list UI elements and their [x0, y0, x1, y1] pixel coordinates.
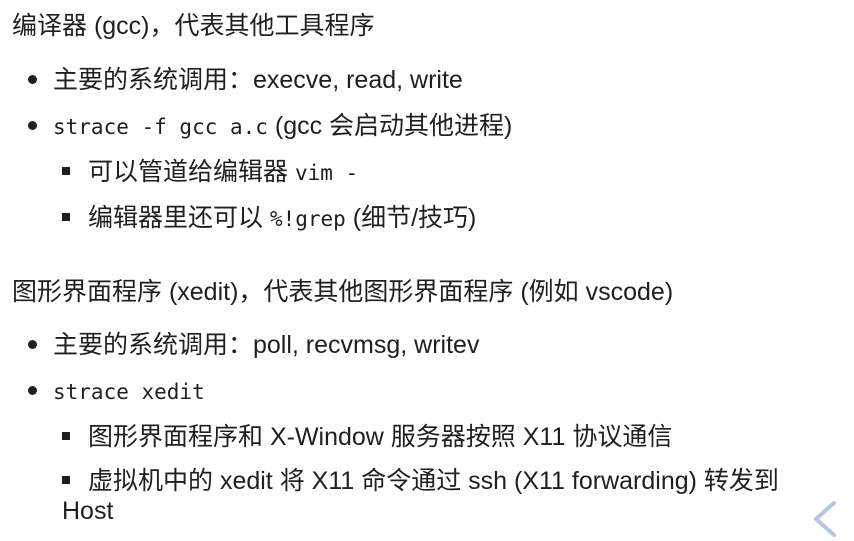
sub-item-pipe-vim: 可以管道给编辑器 vim -: [62, 157, 358, 188]
chevron-left-icon: [814, 501, 836, 537]
list-item-strace-xedit: strace xedit: [28, 376, 205, 407]
code-strace-gcc: strace -f gcc a.c: [53, 115, 268, 139]
bullet-icon: [28, 385, 37, 395]
code-grep: %!grep: [269, 207, 346, 231]
bullet-icon: [28, 339, 37, 349]
square-bullet-icon: [62, 432, 70, 441]
square-bullet-icon: [62, 167, 70, 176]
square-bullet-icon: [62, 476, 70, 485]
code-vim: vim -: [294, 161, 359, 185]
sub-item-grep: 编辑器里还可以 %!grep (细节/技巧): [62, 203, 476, 234]
list-item-syscalls-xedit: 主要的系统调用：poll, recvmsg, writev: [28, 330, 479, 360]
bullet-icon: [28, 120, 37, 130]
sub-item-x11-protocol: 图形界面程序和 X-Window 服务器按照 X11 协议通信: [62, 422, 672, 452]
section-heading-xedit: 图形界面程序 (xedit)，代表其他图形界面程序 (例如 vscode): [12, 278, 674, 306]
bullet-icon: [28, 74, 37, 84]
code-strace-xedit: strace xedit: [53, 380, 205, 404]
list-item-strace-gcc: strace -f gcc a.c (gcc 会启动其他进程): [28, 111, 512, 142]
square-bullet-icon: [62, 213, 70, 222]
sub-item-x11-forwarding: 虚拟机中的 xedit 将 X11 命令通过 ssh (X11 forwardi…: [62, 467, 779, 525]
list-item-syscalls-gcc: 主要的系统调用：execve, read, write: [28, 65, 463, 95]
section-heading-gcc: 编译器 (gcc)，代表其他工具程序: [12, 12, 375, 40]
